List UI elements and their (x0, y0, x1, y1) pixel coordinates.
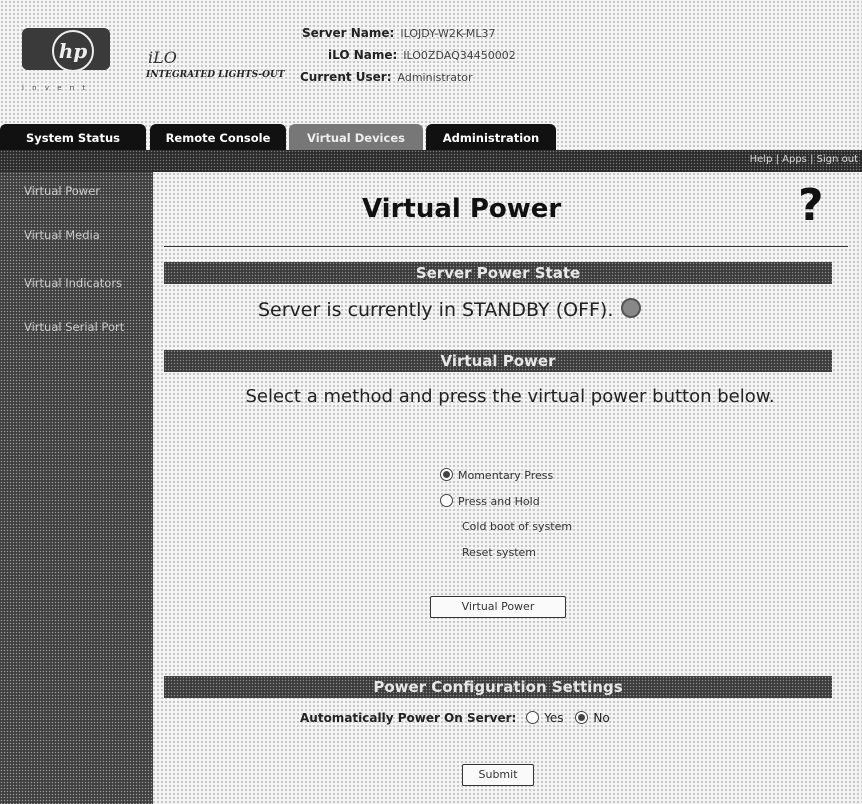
ilo-name-row: iLO Name: ILO0ZDAQ34450002 (328, 48, 516, 62)
sidebar-item-virtual-power[interactable]: Virtual Power (24, 184, 134, 198)
radio-label-no: No (593, 711, 610, 725)
ilo-name-value: ILO0ZDAQ34450002 (403, 49, 516, 62)
instructions-text: Select a method and press the virtual po… (245, 386, 775, 407)
auto-power-yes[interactable]: Yes (526, 711, 564, 725)
power-status-icon (621, 298, 642, 318)
section-server-power-state: Server Power State (164, 262, 832, 284)
option-cold-boot: Cold boot of system (462, 520, 572, 533)
section-power-config: Power Configuration Settings (164, 676, 832, 698)
hp-logo: hp (22, 28, 110, 72)
radio-press-and-hold[interactable] (440, 494, 453, 507)
option-label: Press and Hold (458, 495, 540, 508)
auto-power-no[interactable]: No (575, 711, 610, 725)
option-momentary-press[interactable]: Momentary Press (440, 468, 553, 482)
header: hp i n v e n t iLO INTEGRATED LIGHTS-OUT… (0, 0, 862, 100)
tab-remote-console[interactable]: Remote Console (150, 124, 286, 152)
product-subtitle: INTEGRATED LIGHTS-OUT (146, 70, 285, 80)
power-state-status: Server is currently in STANDBY (OFF). (258, 298, 642, 321)
sidebar-item-virtual-media[interactable]: Virtual Media (24, 228, 134, 242)
radio-no[interactable] (575, 711, 589, 724)
tab-system-status[interactable]: System Status (0, 124, 146, 152)
sidebar-item-virtual-serial-port[interactable]: Virtual Serial Port (24, 320, 134, 334)
option-label: Reset system (462, 546, 536, 559)
auto-power-label: Automatically Power On Server: (300, 711, 517, 725)
option-label: Momentary Press (458, 469, 554, 482)
radio-label-yes: Yes (544, 711, 564, 725)
radio-momentary-press[interactable] (440, 468, 453, 481)
power-state-text: Server is currently in STANDBY (OFF). (258, 299, 614, 321)
server-name-row: Server Name: ILOJDY-W2K-ML37 (302, 26, 496, 40)
auto-power-row: Automatically Power On Server: Yes No (300, 711, 610, 725)
sidebar: Virtual Power Virtual Media Virtual Indi… (0, 172, 153, 804)
tab-administration[interactable]: Administration (426, 124, 556, 152)
tab-strip (0, 150, 862, 172)
server-name-value: ILOJDY-W2K-ML37 (400, 27, 496, 40)
logo-tagline: i n v e n t (22, 84, 89, 92)
option-label: Cold boot of system (462, 520, 573, 533)
current-user-value: Administrator (397, 71, 473, 84)
sidebar-item-virtual-indicators[interactable]: Virtual Indicators (24, 276, 134, 290)
hp-logo-mark: hp (52, 30, 94, 72)
option-reset-system: Reset system (462, 546, 536, 559)
help-icon[interactable]: ? (798, 180, 824, 231)
page-title: Virtual Power (362, 194, 562, 224)
section-virtual-power: Virtual Power (164, 350, 832, 372)
tab-virtual-devices[interactable]: Virtual Devices (289, 124, 423, 152)
current-user-row: Current User: Administrator (300, 70, 473, 84)
ilo-name-label: iLO Name: (328, 48, 398, 62)
current-user-label: Current User: (300, 70, 392, 84)
option-press-and-hold[interactable]: Press and Hold (440, 494, 540, 508)
help-links[interactable]: Help | Apps | Sign out (750, 154, 858, 165)
virtual-power-button[interactable]: Virtual Power (430, 596, 566, 618)
radio-yes[interactable] (526, 711, 540, 724)
server-name-label: Server Name: (302, 26, 395, 40)
title-divider (164, 246, 848, 247)
submit-button[interactable]: Submit (462, 764, 534, 786)
product-name: iLO (148, 48, 177, 67)
